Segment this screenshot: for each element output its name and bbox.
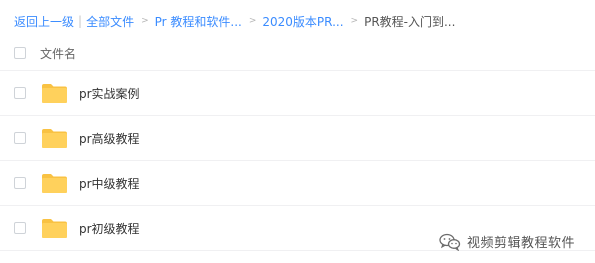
row-checkbox[interactable] [14,177,26,189]
chevron-right-icon: > [248,16,257,26]
row-checkbox[interactable] [14,132,26,144]
breadcrumb-pr-tutorials[interactable]: Pr 教程和软件... [155,13,242,30]
watermark: 视频剪辑教程软件 [439,232,575,251]
table-row[interactable]: pr实战案例 [0,71,595,116]
file-name[interactable]: pr高级教程 [79,130,140,147]
chevron-right-icon: > [350,16,359,26]
folder-icon [42,218,67,238]
breadcrumb-current: PR教程-入门到... [364,14,456,29]
folder-icon [42,173,67,193]
folder-icon [42,83,67,103]
wechat-icon [439,233,461,251]
breadcrumb-divider: | [78,14,83,28]
breadcrumb: 返回上一级 | 全部文件 > Pr 教程和软件... > 2020版本PR...… [14,12,587,30]
filename-column-header[interactable]: 文件名 [40,45,76,62]
table-header: 文件名 [0,36,595,71]
file-name[interactable]: pr中级教程 [79,175,140,192]
select-all-checkbox[interactable] [14,47,26,59]
chevron-right-icon: > [141,16,149,26]
file-name[interactable]: pr初级教程 [79,220,140,237]
table-row[interactable]: pr高级教程 [0,116,595,161]
watermark-text: 视频剪辑教程软件 [466,236,575,251]
table-row[interactable]: pr中级教程 [0,161,595,206]
breadcrumb-all-files[interactable]: 全部文件 [86,13,134,30]
breadcrumb-2020-version[interactable]: 2020版本PR... [262,13,343,30]
row-checkbox[interactable] [14,222,26,234]
file-browser: 返回上一级 | 全部文件 > Pr 教程和软件... > 2020版本PR...… [0,0,595,263]
row-checkbox[interactable] [14,87,26,99]
back-link[interactable]: 返回上一级 [14,13,74,30]
folder-icon [42,128,67,148]
file-name[interactable]: pr实战案例 [79,85,140,102]
